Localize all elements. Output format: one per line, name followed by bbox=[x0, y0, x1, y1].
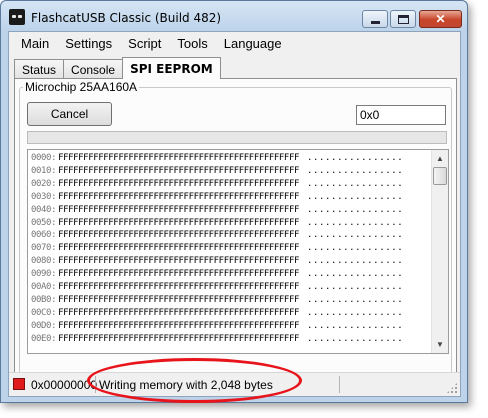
menu-script[interactable]: Script bbox=[121, 36, 168, 51]
hex-row-bytes: FFFFFFFFFFFFFFFFFFFFFFFFFFFFFFFFFFFFFFFF… bbox=[58, 243, 299, 254]
hex-row-bytes: FFFFFFFFFFFFFFFFFFFFFFFFFFFFFFFFFFFFFFFF… bbox=[58, 165, 299, 176]
hex-row: 0080: FFFFFFFFFFFFFFFFFFFFFFFFFFFFFFFFFFF… bbox=[31, 255, 403, 268]
hex-row-address: 00E0: bbox=[31, 333, 57, 344]
hex-row-ascii: ................ bbox=[306, 165, 404, 176]
hex-row-ascii: ................ bbox=[306, 204, 404, 215]
hex-row-bytes: FFFFFFFFFFFFFFFFFFFFFFFFFFFFFFFFFFFFFFFF… bbox=[58, 307, 299, 318]
hex-row-bytes: FFFFFFFFFFFFFFFFFFFFFFFFFFFFFFFFFFFFFFFF… bbox=[58, 282, 299, 293]
device-group: Microchip 25AA160A Cancel 0x0 0000: FFFFF… bbox=[19, 80, 452, 387]
hex-row-address: 00B0: bbox=[31, 294, 57, 305]
hex-row-bytes: FFFFFFFFFFFFFFFFFFFFFFFFFFFFFFFFFFFFFFFF… bbox=[58, 204, 299, 215]
scroll-down-arrow-icon[interactable]: ▼ bbox=[432, 336, 448, 353]
window-title: FlashcatUSB Classic (Build 482) bbox=[31, 11, 222, 25]
minimize-button[interactable] bbox=[362, 10, 388, 28]
hex-row-bytes: FFFFFFFFFFFFFFFFFFFFFFFFFFFFFFFFFFFFFFFF… bbox=[58, 294, 299, 305]
title-bar[interactable]: FlashcatUSB Classic (Build 482) ✕ bbox=[1, 1, 467, 31]
tab-strip: Status Console SPI EEPROM bbox=[14, 57, 221, 79]
hex-row-ascii: ................ bbox=[306, 230, 404, 241]
close-icon: ✕ bbox=[435, 12, 446, 26]
red-highlight-ellipse bbox=[87, 358, 302, 403]
hex-row-ascii: ................ bbox=[306, 294, 404, 305]
hex-row: 0020: FFFFFFFFFFFFFFFFFFFFFFFFFFFFFFFFFFF… bbox=[31, 178, 403, 191]
hex-row-address: 0050: bbox=[31, 217, 57, 228]
scroll-up-arrow-icon[interactable]: ▲ bbox=[432, 150, 448, 167]
hex-row-bytes: FFFFFFFFFFFFFFFFFFFFFFFFFFFFFFFFFFFFFFFF… bbox=[58, 269, 299, 280]
hex-row-ascii: ................ bbox=[306, 333, 404, 344]
hex-row-address: 0020: bbox=[31, 178, 57, 189]
hex-row-address: 00C0: bbox=[31, 307, 57, 318]
hex-row-ascii: ................ bbox=[306, 269, 404, 280]
menu-main[interactable]: Main bbox=[14, 36, 56, 51]
hex-row-ascii: ................ bbox=[306, 320, 404, 331]
menu-tools[interactable]: Tools bbox=[170, 36, 214, 51]
hex-row-address: 0010: bbox=[31, 165, 57, 176]
hex-row: 00B0: FFFFFFFFFFFFFFFFFFFFFFFFFFFFFFFFFFF… bbox=[31, 294, 403, 307]
vertical-scrollbar[interactable]: ▲ ▼ bbox=[431, 150, 448, 353]
hex-row-address: 0040: bbox=[31, 204, 57, 215]
menu-settings[interactable]: Settings bbox=[58, 36, 119, 51]
hex-editor[interactable]: 0000: FFFFFFFFFFFFFFFFFFFFFFFFFFFFFFFFFFF… bbox=[27, 149, 449, 354]
hex-row-address: 00A0: bbox=[31, 282, 57, 293]
hex-row-bytes: FFFFFFFFFFFFFFFFFFFFFFFFFFFFFFFFFFFFFFFF… bbox=[58, 333, 299, 344]
hex-row-address: 0070: bbox=[31, 243, 57, 254]
hex-row: 00A0: FFFFFFFFFFFFFFFFFFFFFFFFFFFFFFFFFFF… bbox=[31, 281, 403, 294]
minimize-icon bbox=[370, 20, 380, 24]
hex-row: 0090: FFFFFFFFFFFFFFFFFFFFFFFFFFFFFFFFFFF… bbox=[31, 268, 403, 281]
app-window: FlashcatUSB Classic (Build 482) ✕ Main S… bbox=[0, 0, 468, 403]
hex-row-ascii: ................ bbox=[306, 178, 404, 189]
hex-row-address: 0030: bbox=[31, 191, 57, 202]
hex-row-ascii: ................ bbox=[306, 153, 404, 163]
tab-status[interactable]: Status bbox=[14, 59, 65, 79]
tab-console[interactable]: Console bbox=[63, 59, 124, 79]
client-area: Main Settings Script Tools Language Stat… bbox=[8, 31, 461, 397]
hex-row-bytes: FFFFFFFFFFFFFFFFFFFFFFFFFFFFFFFFFFFFFFFF… bbox=[58, 256, 299, 267]
resize-grip-icon[interactable] bbox=[446, 382, 458, 394]
hex-row-ascii: ................ bbox=[306, 256, 404, 267]
hex-row-address: 0000: bbox=[31, 153, 57, 163]
hex-row: 00C0: FFFFFFFFFFFFFFFFFFFFFFFFFFFFFFFFFFF… bbox=[31, 307, 403, 320]
hex-row-address: 00D0: bbox=[31, 320, 57, 331]
hex-row-ascii: ................ bbox=[306, 282, 404, 293]
maximize-button[interactable] bbox=[390, 10, 416, 28]
menu-language[interactable]: Language bbox=[217, 36, 289, 51]
hex-row-address: 0080: bbox=[31, 256, 57, 267]
spi-eeprom-panel: Microchip 25AA160A Cancel 0x0 0000: FFFFF… bbox=[14, 78, 457, 390]
hex-row-bytes: FFFFFFFFFFFFFFFFFFFFFFFFFFFFFFFFFFFFFFFF… bbox=[58, 178, 299, 189]
menu-bar: Main Settings Script Tools Language bbox=[9, 32, 460, 54]
hex-row: 00E0: FFFFFFFFFFFFFFFFFFFFFFFFFFFFFFFFFFF… bbox=[31, 333, 403, 346]
hex-row: 0030: FFFFFFFFFFFFFFFFFFFFFFFFFFFFFFFFFFF… bbox=[31, 191, 403, 204]
progress-bar bbox=[27, 131, 447, 144]
address-input[interactable]: 0x0 bbox=[356, 105, 446, 125]
hex-row: 0060: FFFFFFFFFFFFFFFFFFFFFFFFFFFFFFFFFFF… bbox=[31, 229, 403, 242]
scroll-thumb[interactable] bbox=[433, 167, 447, 185]
hex-row-address: 0060: bbox=[31, 230, 57, 241]
hex-row: 0050: FFFFFFFFFFFFFFFFFFFFFFFFFFFFFFFFFFF… bbox=[31, 217, 403, 230]
device-name: Microchip 25AA160A bbox=[23, 80, 140, 94]
tab-spi-eeprom[interactable]: SPI EEPROM bbox=[122, 57, 221, 79]
hex-row-bytes: FFFFFFFFFFFFFFFFFFFFFFFFFFFFFFFFFFFFFFFF… bbox=[58, 320, 299, 331]
hex-row: 0000: FFFFFFFFFFFFFFFFFFFFFFFFFFFFFFFFFFF… bbox=[31, 152, 403, 165]
hex-row: 0040: FFFFFFFFFFFFFFFFFFFFFFFFFFFFFFFFFFF… bbox=[31, 204, 403, 217]
hex-row: 00D0: FFFFFFFFFFFFFFFFFFFFFFFFFFFFFFFFFFF… bbox=[31, 320, 403, 333]
hex-row-ascii: ................ bbox=[306, 191, 404, 202]
hex-rows: 0000: FFFFFFFFFFFFFFFFFFFFFFFFFFFFFFFFFFF… bbox=[31, 152, 403, 346]
hex-row-ascii: ................ bbox=[306, 243, 404, 254]
cat-eyes-icon bbox=[9, 9, 25, 25]
maximize-icon bbox=[397, 14, 409, 24]
hex-row-address: 0090: bbox=[31, 269, 57, 280]
hex-row-ascii: ................ bbox=[306, 217, 404, 228]
hex-row-ascii: ................ bbox=[306, 307, 404, 318]
hex-row-bytes: FFFFFFFFFFFFFFFFFFFFFFFFFFFFFFFFFFFFFFFF… bbox=[58, 230, 299, 241]
status-divider bbox=[339, 376, 340, 393]
hex-row-bytes: FFFFFFFFFFFFFFFFFFFFFFFFFFFFFFFFFFFFFFFF… bbox=[58, 217, 299, 228]
hex-row: 0010: FFFFFFFFFFFFFFFFFFFFFFFFFFFFFFFFFFF… bbox=[31, 165, 403, 178]
cancel-button[interactable]: Cancel bbox=[27, 102, 112, 126]
hex-row-bytes: FFFFFFFFFFFFFFFFFFFFFFFFFFFFFFFFFFFFFFFF… bbox=[58, 153, 299, 163]
status-led-icon bbox=[13, 378, 25, 390]
hex-row: 0070: FFFFFFFFFFFFFFFFFFFFFFFFFFFFFFFFFFF… bbox=[31, 242, 403, 255]
hex-row-bytes: FFFFFFFFFFFFFFFFFFFFFFFFFFFFFFFFFFFFFFFF… bbox=[58, 191, 299, 202]
close-button[interactable]: ✕ bbox=[419, 10, 462, 28]
